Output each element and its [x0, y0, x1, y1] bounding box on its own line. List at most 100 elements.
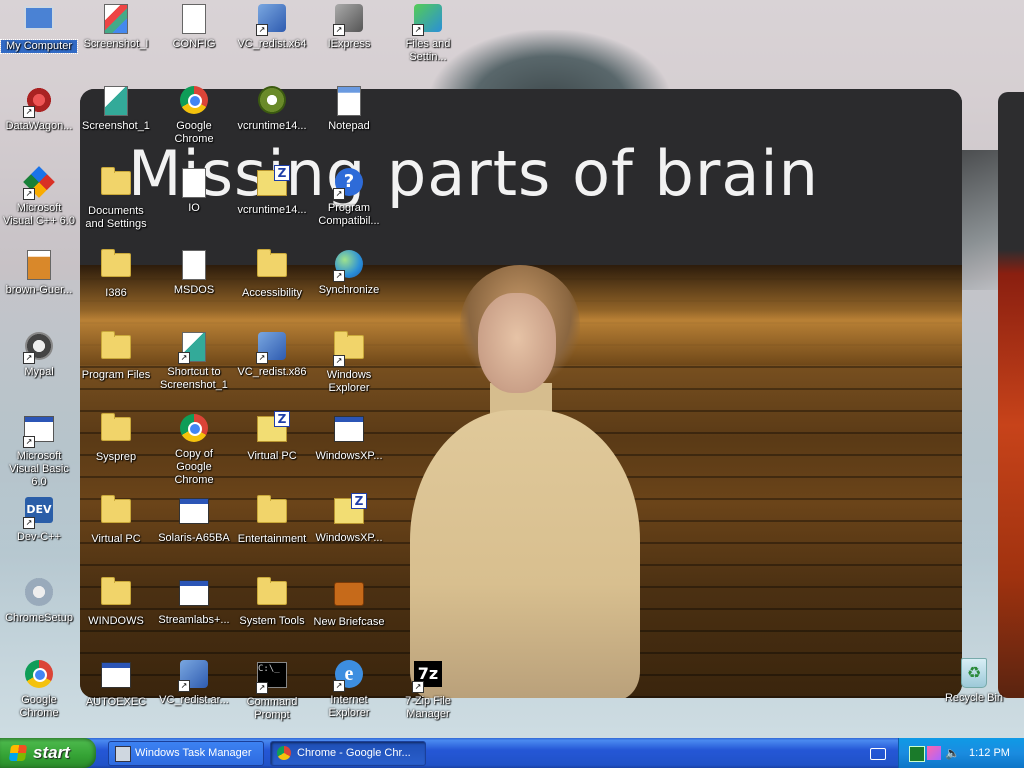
desktop-icon-msdos[interactable]: MSDOS [156, 248, 232, 297]
desktop-icon-config[interactable]: CONFIG [156, 2, 232, 51]
image-file-icon [23, 250, 55, 282]
notepad-icon [333, 86, 365, 118]
visual-cpp-icon: ↗ [23, 166, 55, 200]
desktop-icon-copy-chrome[interactable]: Copy of Google Chrome [156, 412, 232, 487]
desktop-icon-visual-basic[interactable]: ↗ Microsoft Visual Basic 6.0 [1, 412, 77, 489]
sys-file-icon [178, 168, 210, 200]
7zip-icon: 7z ↗ [412, 661, 444, 693]
sys-file-icon [178, 4, 210, 36]
pen-icon[interactable] [927, 746, 941, 760]
desktop-icon-google-chrome-2[interactable]: Google Chrome [1, 658, 77, 720]
desktop-icon-iexpress[interactable]: ↗ IExpress [311, 2, 387, 51]
sys-file-icon [178, 250, 210, 282]
folder-icon [256, 577, 288, 613]
start-button[interactable]: start [0, 738, 96, 768]
volume-icon[interactable]: 🔈 [945, 746, 960, 760]
desktop-icon-command-prompt[interactable]: C:\_ ↗ Command Prompt [234, 658, 310, 722]
folder-icon [100, 577, 132, 613]
desktop-icon-new-briefcase[interactable]: New Briefcase [311, 576, 387, 629]
iexpress-icon: ↗ [333, 4, 365, 36]
zip-folder-icon [256, 165, 290, 202]
network-icon[interactable] [909, 746, 925, 762]
globe-icon: ↗ [333, 250, 365, 282]
desktop-icon-windows[interactable]: WINDOWS [78, 576, 154, 628]
desktop-icon-chromesetup[interactable]: ChromeSetup [1, 576, 77, 625]
desktop-icon-virtual-pc-zip[interactable]: Virtual PC [234, 411, 310, 463]
desktop-icon-mypal[interactable]: ↗ Mypal [1, 330, 77, 379]
desktop-icon-files-settings[interactable]: ↗ Files and Settin... [390, 2, 466, 64]
desktop-icon-screenshot-i[interactable]: Screenshot_I [78, 2, 154, 51]
desktop-icon-entertainment[interactable]: Entertainment [234, 494, 310, 546]
desktop-icon-vc-redist-x64[interactable]: ↗ VC_redist.x64 [234, 2, 310, 51]
chrome-icon [23, 660, 55, 692]
desktop-icon-documents-settings[interactable]: Documents and Settings [78, 166, 154, 231]
desktop-icon-7zip[interactable]: 7z ↗ 7-Zip File Manager [390, 658, 466, 721]
taskbar-button-chrome[interactable]: Chrome - Google Chr... [270, 741, 426, 766]
desktop-icon-i386[interactable]: I386 [78, 248, 154, 300]
desktop-icon-streamlabs[interactable]: Streamlabs+... [156, 576, 232, 627]
video-person [410, 265, 640, 698]
folder-icon [100, 413, 132, 449]
keyboard-icon[interactable] [870, 748, 886, 760]
command-prompt-icon: C:\_ ↗ [256, 662, 288, 694]
gear-window-icon [100, 662, 132, 694]
image-file-icon: ↗ [178, 332, 210, 364]
mypal-icon: ↗ [23, 332, 55, 364]
desktop-icon-system-tools[interactable]: System Tools [234, 576, 310, 628]
desktop-icon-recycle-bin[interactable]: ♻ Recycle Bin [936, 656, 1012, 705]
desktop-icon-visual-cpp[interactable]: ↗ Microsoft Visual C++ 6.0 [1, 166, 77, 228]
folder-icon [100, 495, 132, 531]
desktop-icon-solaris[interactable]: Solaris-A65BA [156, 494, 232, 545]
setup-icon [23, 578, 55, 610]
desktop-icon-vc-redist-x86[interactable]: ↗ VC_redist.x86 [234, 330, 310, 379]
desktop-icon-windowsxp-1[interactable]: WindowsXP... [311, 412, 387, 463]
window-app-icon [178, 580, 210, 612]
zip-folder-icon [333, 493, 367, 530]
desktop-icon-dev-cpp[interactable]: DEV ↗ Dev-C++ [1, 494, 77, 544]
desktop-icon-brown-guer[interactable]: brown-Guer... [1, 248, 77, 297]
chrome-icon [178, 86, 210, 118]
desktop-icon-datawagon[interactable]: ↗ DataWagon... [1, 84, 77, 133]
desktop-icon-vcruntime-1[interactable]: vcruntime14... [234, 84, 310, 133]
image-file-icon [100, 4, 132, 36]
folder-icon [256, 495, 288, 531]
task-manager-icon [115, 746, 131, 762]
briefcase-icon [333, 582, 365, 614]
desktop-icon-windows-explorer[interactable]: ↗ Windows Explorer [311, 330, 387, 395]
desktop-icon-windowsxp-2[interactable]: WindowsXP... [311, 493, 387, 545]
taskbar-button-task-manager[interactable]: Windows Task Manager [108, 741, 264, 766]
person-face [478, 293, 556, 393]
desktop-icon-notepad[interactable]: Notepad [311, 84, 387, 133]
desktop-icon-sysprep[interactable]: Sysprep [78, 412, 154, 464]
system-tray: 🔈 1:12 PM [898, 738, 1024, 768]
recycle-bin-icon: ♻ [958, 658, 990, 690]
desktop-icon-io[interactable]: IO [156, 166, 232, 215]
desktop-icon-google-chrome[interactable]: Google Chrome [156, 84, 232, 146]
explorer-icon: ↗ [333, 331, 365, 367]
desktop-icon-accessibility[interactable]: Accessibility [234, 248, 310, 300]
folder-icon [100, 331, 132, 367]
desktop-icon-vc-redist-arm[interactable]: ↗ VC_redist.ar... [156, 658, 232, 707]
desktop-icon-program-files[interactable]: Program Files [78, 330, 154, 382]
clock[interactable]: 1:12 PM [969, 738, 1010, 768]
person-body [410, 410, 640, 698]
desktop-icon-internet-explorer[interactable]: e ↗ Internet Explorer [311, 658, 387, 720]
taskbar-button-label: Windows Task Manager [135, 747, 252, 759]
desktop-icon-virtual-pc-folder[interactable]: Virtual PC [78, 494, 154, 546]
help-icon: ? ↗ [333, 168, 365, 200]
dev-cpp-icon: DEV ↗ [23, 497, 55, 529]
installer-icon: ↗ [256, 4, 288, 36]
desktop-icon-my-computer[interactable]: My Computer [0, 2, 78, 54]
folder-icon [100, 167, 132, 203]
background-window-edge [998, 92, 1024, 698]
desktop-icon-screenshot-1[interactable]: Screenshot_1 [78, 84, 154, 133]
desktop-icon-program-compatibility[interactable]: ? ↗ Program Compatibil... [311, 166, 387, 228]
desktop-icon-shortcut-screenshot[interactable]: ↗ Shortcut to Screenshot_1 [156, 330, 232, 392]
gear-icon [256, 86, 288, 118]
desktop-icon-autoexec[interactable]: AUTOEXEC [78, 658, 154, 709]
folder-icon [100, 249, 132, 285]
window-app-icon [178, 498, 210, 530]
desktop-icon-synchronize[interactable]: ↗ Synchronize [311, 248, 387, 297]
ie-icon: e ↗ [333, 660, 365, 692]
desktop-icon-vcruntime-2[interactable]: vcruntime14... [234, 165, 310, 217]
